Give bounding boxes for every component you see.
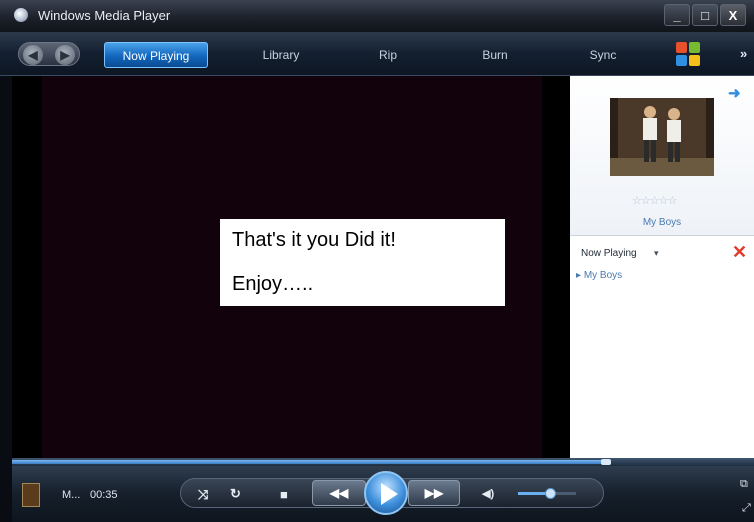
shuffle-icon[interactable]: ⤨ [198,487,208,503]
forward-arrow-icon[interactable]: ➜ [728,84,741,102]
close-button[interactable]: X [720,4,746,26]
next-button[interactable]: ▶▶ [408,480,460,506]
tab-rip[interactable]: Rip [366,42,410,68]
stop-icon[interactable]: ■ [280,487,288,502]
mute-speaker-icon[interactable]: ◀) [482,487,494,500]
back-forward-group: ◀ ▶ [18,42,80,66]
album-info-panel: ➜ ☆☆☆☆☆ My Boys [570,76,754,236]
play-bullet-icon: ▸ [576,270,582,281]
list-pane: ➜ ☆☆☆☆☆ My Boys Now Playing ▾ ✕ ▸ My Boy… [570,76,754,458]
control-bar: M... 00:35 ⤨ ↻ ■ ◀◀ ▶▶ ◀) ⧉ ⤢ [12,466,754,522]
volume-slider-handle[interactable] [544,488,556,499]
nav-bar: ◀ ▶ Now Playing Library Rip Burn Sync » [0,32,754,76]
minimize-button[interactable]: _ [664,4,690,26]
album-title-link[interactable]: My Boys [570,217,754,228]
tab-library[interactable]: Library [248,42,314,68]
forward-arrow-icon[interactable]: ▶ [55,45,75,65]
now-playing-list-label[interactable]: Now Playing [581,248,637,259]
now-playing-thumbnail[interactable] [22,483,40,507]
seek-bar[interactable] [12,458,754,466]
seek-bar-progress [12,460,606,464]
fullscreen-icon[interactable]: ⤢ [742,502,751,515]
back-arrow-icon[interactable]: ◀ [23,45,43,65]
video-caption-box: That's it you Did it! Enjoy….. [220,219,505,306]
tab-sync[interactable]: Sync [580,42,626,68]
clear-list-close-icon[interactable]: ✕ [732,242,747,263]
playlist-item[interactable]: ▸ My Boys [576,270,622,281]
playlist-item-label: My Boys [583,270,623,281]
media-player-icon [14,8,28,22]
rating-stars[interactable]: ☆☆☆☆☆ [632,194,677,207]
repeat-icon[interactable]: ↻ [230,486,241,502]
maximize-button[interactable]: □ [692,4,718,26]
play-button[interactable] [364,471,408,515]
volume-slider[interactable] [518,488,576,499]
elapsed-time: 00:35 [90,489,118,501]
album-art[interactable] [610,98,714,176]
window-title: Windows Media Player [38,8,171,23]
caption-line-2: Enjoy….. [232,273,314,295]
chevron-down-icon[interactable]: ▾ [654,248,659,259]
more-tabs-chevron-icon[interactable]: » [740,46,747,61]
now-playing-title: M... [62,489,81,501]
seek-bar-handle[interactable] [600,459,611,465]
switch-to-skin-icon[interactable]: ⧉ [740,478,748,491]
caption-line-1: That's it you Did it! [232,229,396,251]
title-bar[interactable]: Windows Media Player _ □ X [0,0,754,32]
media-player-window: Windows Media Player _ □ X ◀ ▶ Now Playi… [0,0,754,522]
tab-now-playing[interactable]: Now Playing [104,42,208,68]
tab-burn[interactable]: Burn [470,42,520,68]
previous-button[interactable]: ◀◀ [312,480,366,506]
windows-logo-icon[interactable] [676,42,702,68]
play-icon [381,483,398,505]
